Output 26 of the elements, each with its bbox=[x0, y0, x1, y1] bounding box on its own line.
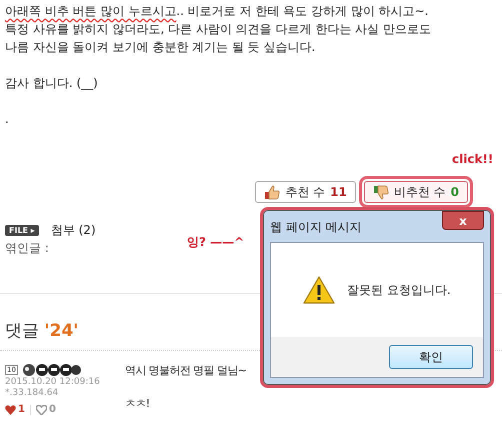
annotation-text: 잉? ——^ bbox=[187, 234, 244, 251]
attachment-link[interactable]: 첨부 (2) bbox=[50, 222, 96, 239]
comments-title: 댓글 bbox=[5, 321, 39, 341]
broken-heart-icon bbox=[36, 404, 47, 414]
recommend-button[interactable]: 추천 수 11 bbox=[255, 181, 356, 203]
comment-text: 역시 명불허전 명필 덜님~ bbox=[125, 363, 246, 378]
linked-posts-label: 엮인글 : bbox=[5, 240, 49, 257]
nickname-image-drawing bbox=[22, 363, 82, 377]
comment-text: ㅊㅊ! bbox=[125, 396, 151, 411]
ok-button[interactable]: 확인 bbox=[389, 345, 473, 369]
annotation-text: click!! bbox=[452, 152, 494, 166]
file-badge: FILE ▸ bbox=[5, 225, 39, 236]
dialog-message: 잘못된 요청입니다. bbox=[347, 282, 451, 298]
heart-icon bbox=[5, 404, 16, 414]
post-paragraph: . bbox=[5, 111, 10, 128]
post-paragraph: 아래쪽 비추 버튼 많이 누르시고.. 비로거로 저 한테 욕도 강하게 많이 하시고~. 특정 사유를 밝히지 않더라도, 다른 사람이 의견을 다르게 한다는 사실 만으로도 나름 자신을 돌이켜 보기에 충분한 계기는 될 듯 싶습니다. bbox=[5, 3, 432, 56]
comment-date: 2015.10.20 12:09:16 bbox=[5, 377, 101, 388]
comment-count: '24' bbox=[44, 321, 78, 341]
thumbs-up-icon bbox=[264, 184, 280, 200]
warning-icon bbox=[303, 276, 335, 304]
comment-ip: *.33.184.64 bbox=[5, 388, 60, 399]
post-paragraph: 감사 합니다. (__) bbox=[5, 75, 99, 92]
like-button[interactable]: 1 bbox=[5, 404, 25, 415]
dialog-title: 웹 페이지 메시지 bbox=[270, 219, 362, 236]
thumbs-down-icon bbox=[372, 184, 389, 200]
close-button[interactable]: x bbox=[442, 211, 484, 230]
